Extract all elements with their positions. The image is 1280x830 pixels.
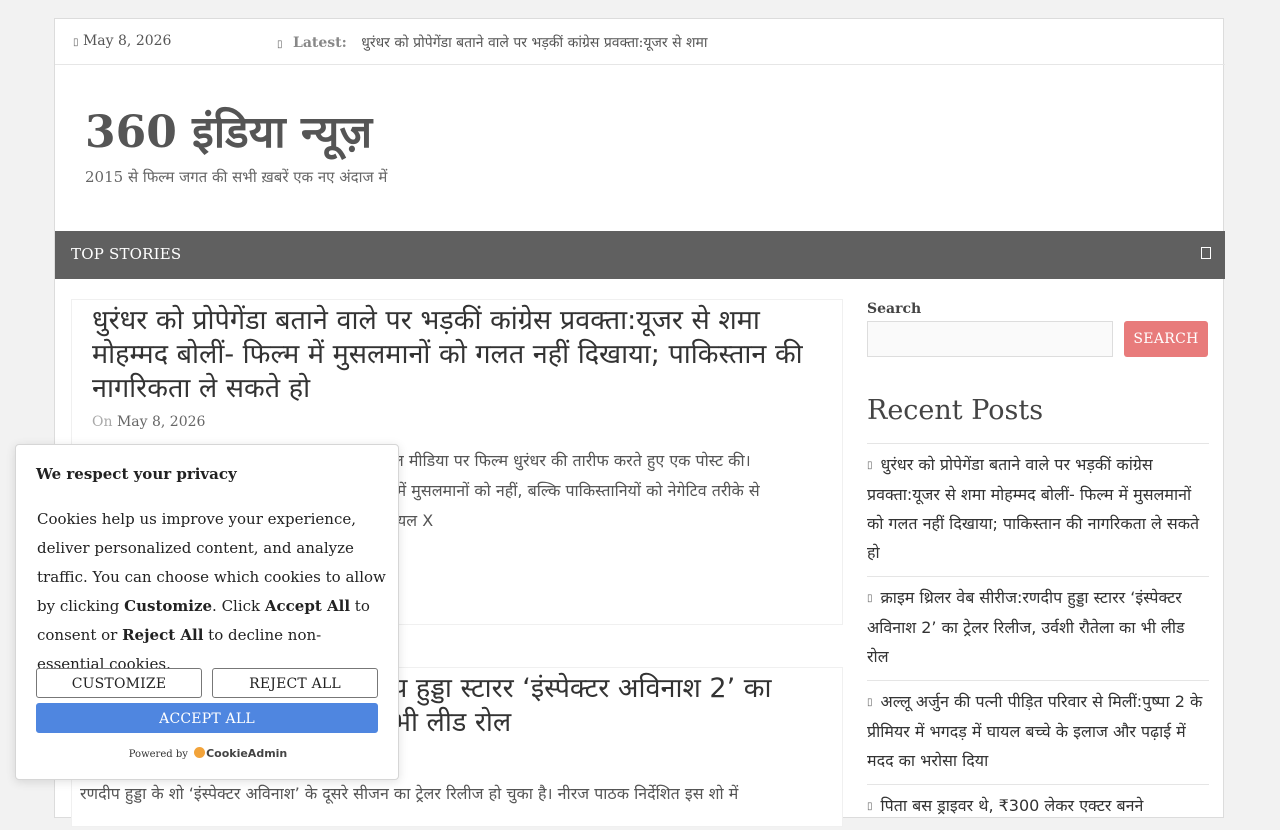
site-tagline: 2015 से फिल्म जगत की सभी ख़बरें एक नए अं… [85,168,388,186]
powered-brand[interactable]: CookieAdmin [206,747,287,760]
reject-all-button[interactable]: REJECT ALL [212,668,378,698]
cookie-strong-accept: Accept All [264,597,351,615]
customize-button[interactable]: CUSTOMIZE [36,668,202,698]
recent-post-link[interactable]: पिता बस ड्राइवर थे, ₹300 लेकर एक्टर बनने [881,796,1144,815]
recent-posts-title: Recent Posts [867,395,1044,426]
current-date: ▯ May 8, 2026 [73,33,171,49]
latest-headline-link[interactable]: धुरंधर को प्रोपेगेंडा बताने वाले पर भड़क… [361,35,707,51]
recent-post-item[interactable]: ▯ क्राइम थ्रिलर वेब सीरीज:रणदीप हुड्डा स्… [867,576,1209,680]
recent-post-link[interactable]: धुरंधर को प्रोपेगेंडा बताने वाले पर भड़क… [867,455,1199,562]
cookieadmin-logo-icon [194,747,206,758]
cookie-strong-customize: Customize [124,597,213,615]
recent-posts-list: ▯ धुरंधर को प्रोपेगेंडा बताने वाले पर भड़… [867,443,1209,830]
site-title[interactable]: 360 इंडिया न्यूज़ [85,105,372,161]
recent-post-link[interactable]: क्राइम थ्रिलर वेब सीरीज:रणदीप हुड्डा स्ट… [867,588,1185,666]
cookie-title: We respect your privacy [36,465,237,483]
search-input[interactable] [867,321,1113,357]
accept-all-button[interactable]: ACCEPT ALL [36,703,378,733]
cookie-consent-banner: We respect your privacy Cookies help us … [15,444,399,780]
search-button[interactable]: SEARCH [1124,321,1208,357]
file-icon: ▯ [867,593,873,604]
latest-label: Latest: [292,35,347,51]
article-date[interactable]: May 8, 2026 [117,414,205,430]
file-icon: ▯ [867,460,873,471]
cookie-text: Cookies help us improve your experience,… [37,505,387,679]
search-label: Search [867,301,922,317]
file-icon: ▯ [867,801,873,812]
article-excerpt: रणदीप हुड्डा के शो ‘इंस्पेक्टर अविनाश’ क… [80,784,739,803]
calendar-icon: ▯ [73,37,79,48]
file-icon: ▯ [867,697,873,708]
top-bar: ▯ May 8, 2026 ▯ Latest: धुरंधर को प्रोपे… [55,19,1225,65]
main-nav: TOP STORIES [55,231,1225,279]
cookie-text-part: . Click [212,597,265,615]
article-title[interactable]: धुरंधर को प्रोपेगेंडा बताने वाले पर भड़क… [92,304,832,406]
menu-toggle-icon[interactable] [1201,247,1211,259]
cookie-strong-reject: Reject All [122,626,204,644]
recent-post-link[interactable]: अल्लू अर्जुन की पत्नी पीड़ित परिवार से म… [867,692,1202,770]
recent-post-item[interactable]: ▯ अल्लू अर्जुन की पत्नी पीड़ित परिवार से … [867,680,1209,784]
meta-prefix: On [92,414,113,430]
bolt-icon: ▯ [277,39,283,50]
recent-post-item[interactable]: ▯ धुरंधर को प्रोपेगेंडा बताने वाले पर भड़… [867,443,1209,576]
article-meta: On May 8, 2026 [92,414,205,430]
latest-ticker: ▯ Latest: धुरंधर को प्रोपेगेंडा बताने वा… [277,33,708,52]
powered-by: Powered by CookieAdmin [16,747,400,760]
powered-by-label: Powered by [128,749,188,760]
date-text: May 8, 2026 [82,33,172,49]
recent-post-item[interactable]: ▯ पिता बस ड्राइवर थे, ₹300 लेकर एक्टर बनन… [867,784,1209,830]
nav-item-top-stories[interactable]: TOP STORIES [71,245,181,263]
